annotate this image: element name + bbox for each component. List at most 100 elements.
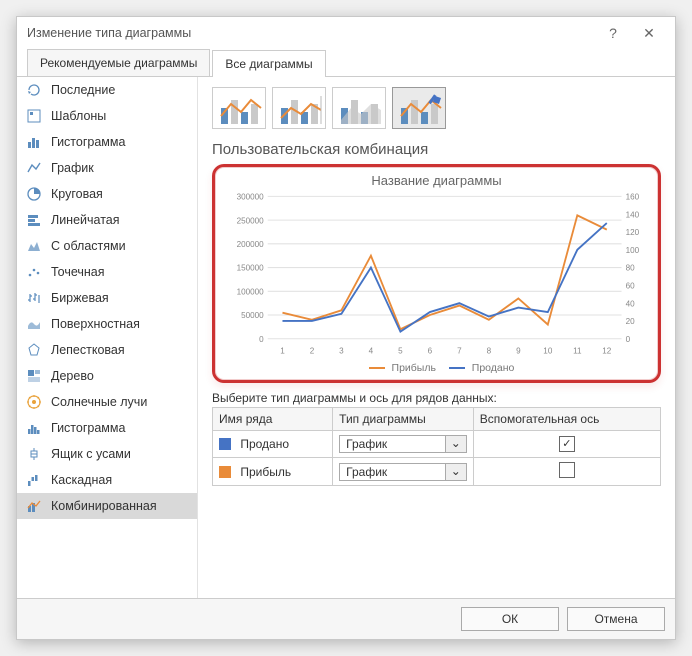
help-button[interactable]: ? — [595, 25, 631, 41]
svg-text:5: 5 — [398, 345, 403, 355]
svg-text:8: 8 — [487, 345, 492, 355]
sidebar-item-label: Лепестковая — [51, 343, 125, 357]
series-name-cell: Прибыль — [213, 458, 333, 486]
sidebar-item-label: Ящик с усами — [51, 447, 131, 461]
series-row: Продано График ⌄ ✓ — [213, 431, 661, 458]
secondary-axis-cell — [473, 458, 660, 486]
series-type-value: График — [340, 464, 445, 480]
waterfall-icon — [25, 471, 43, 489]
sidebar-item-pie[interactable]: Круговая — [17, 181, 197, 207]
sidebar-item-label: Шаблоны — [51, 109, 106, 123]
templates-icon — [25, 107, 43, 125]
svg-text:150000: 150000 — [237, 263, 264, 273]
sidebar-item-radar[interactable]: Лепестковая — [17, 337, 197, 363]
change-chart-type-dialog: Изменение типа диаграммы ? ✕ Рекомендуем… — [16, 16, 676, 640]
svg-text:100000: 100000 — [237, 286, 264, 296]
secondary-axis-cell: ✓ — [473, 431, 660, 458]
svg-text:20: 20 — [626, 316, 635, 326]
scatter-icon — [25, 263, 43, 281]
svg-text:300000: 300000 — [237, 191, 264, 201]
tab-recommended[interactable]: Рекомендуемые диаграммы — [27, 49, 210, 76]
pie-icon — [25, 185, 43, 203]
cancel-button[interactable]: Отмена — [567, 607, 665, 631]
section-title: Пользовательская комбинация — [212, 141, 661, 158]
combo-preset-3[interactable] — [332, 87, 386, 129]
sidebar-item-label: Поверхностная — [51, 317, 140, 331]
svg-text:3: 3 — [339, 345, 344, 355]
svg-text:140: 140 — [626, 209, 640, 219]
cancel-label: Отмена — [594, 612, 637, 626]
svg-text:1: 1 — [280, 345, 285, 355]
series-type-value: График — [340, 436, 445, 452]
series-color-chip — [219, 438, 231, 450]
secondary-axis-checkbox[interactable]: ✓ — [559, 436, 575, 452]
histogram-icon — [25, 419, 43, 437]
chevron-down-icon: ⌄ — [445, 464, 466, 480]
sidebar-item-label: Дерево — [51, 369, 94, 383]
sidebar-item-combo[interactable]: Комбинированная — [17, 493, 197, 519]
radar-icon — [25, 341, 43, 359]
col-chart-type: Тип диаграммы — [333, 408, 474, 431]
svg-text:0: 0 — [626, 334, 631, 344]
sidebar-item-boxplot[interactable]: Ящик с усами — [17, 441, 197, 467]
svg-text:2: 2 — [310, 345, 315, 355]
sidebar-item-tree[interactable]: Дерево — [17, 363, 197, 389]
sidebar-item-templates[interactable]: Шаблоны — [17, 103, 197, 129]
sidebar-item-surface[interactable]: Поверхностная — [17, 311, 197, 337]
series-type-cell: График ⌄ — [333, 458, 474, 486]
svg-text:7: 7 — [457, 345, 462, 355]
sidebar-item-label: Солнечные лучи — [51, 395, 147, 409]
line-icon — [25, 159, 43, 177]
sidebar-item-hbar[interactable]: Линейчатая — [17, 207, 197, 233]
sidebar-item-label: Комбинированная — [51, 499, 157, 513]
sidebar-item-label: Каскадная — [51, 473, 112, 487]
series-type-dropdown[interactable]: График ⌄ — [339, 463, 467, 481]
sidebar-item-recent[interactable]: Последние — [17, 77, 197, 103]
col-secondary-axis: Вспомогательная ось — [473, 408, 660, 431]
sidebar-item-sunburst[interactable]: Солнечные лучи — [17, 389, 197, 415]
sidebar-item-label: Точечная — [51, 265, 105, 279]
sidebar-item-line[interactable]: График — [17, 155, 197, 181]
legend-swatch-profit — [369, 367, 385, 369]
svg-text:40: 40 — [626, 298, 635, 308]
combo-preset-1[interactable] — [212, 87, 266, 129]
chart-type-sidebar: Последние Шаблоны Гистограмма График Кру… — [17, 77, 198, 598]
sidebar-item-label: Гистограмма — [51, 421, 125, 435]
combo-custom[interactable] — [392, 87, 446, 129]
sidebar-item-label: Последние — [51, 83, 115, 97]
sidebar-item-waterfall[interactable]: Каскадная — [17, 467, 197, 493]
svg-text:200000: 200000 — [237, 239, 264, 249]
series-color-chip — [219, 466, 231, 478]
series-name-cell: Продано — [213, 431, 333, 458]
secondary-axis-checkbox[interactable] — [559, 462, 575, 478]
tab-all-charts[interactable]: Все диаграммы — [212, 50, 325, 77]
col-series-name: Имя ряда — [213, 408, 333, 431]
sidebar-item-bar[interactable]: Гистограмма — [17, 129, 197, 155]
sidebar-item-histogram[interactable]: Гистограмма — [17, 415, 197, 441]
chart-preview: 0500001000001500002000002500003000000204… — [223, 190, 650, 360]
svg-text:80: 80 — [626, 263, 635, 273]
ok-button[interactable]: ОК — [461, 607, 559, 631]
sidebar-item-label: Гистограмма — [51, 135, 125, 149]
recent-icon — [25, 81, 43, 99]
close-button[interactable]: ✕ — [631, 25, 667, 42]
sidebar-item-label: Биржевая — [51, 291, 109, 305]
titlebar: Изменение типа диаграммы ? ✕ — [17, 17, 675, 49]
stock-icon — [25, 289, 43, 307]
legend-label-profit: Прибыль — [392, 362, 436, 374]
combo-preset-2[interactable] — [272, 87, 326, 129]
sidebar-item-label: Круговая — [51, 187, 103, 201]
series-type-dropdown[interactable]: График ⌄ — [339, 435, 467, 453]
sidebar-item-scatter[interactable]: Точечная — [17, 259, 197, 285]
sidebar-item-stock[interactable]: Биржевая — [17, 285, 197, 311]
chevron-down-icon: ⌄ — [445, 436, 466, 452]
svg-text:50000: 50000 — [241, 310, 264, 320]
svg-text:4: 4 — [369, 345, 374, 355]
sidebar-item-label: С областями — [51, 239, 126, 253]
series-name-label: Продано — [240, 437, 289, 451]
svg-text:6: 6 — [428, 345, 433, 355]
hbar-icon — [25, 211, 43, 229]
sidebar-item-area[interactable]: С областями — [17, 233, 197, 259]
svg-text:100: 100 — [626, 245, 640, 255]
series-prompt: Выберите тип диаграммы и ось для рядов д… — [212, 391, 661, 405]
